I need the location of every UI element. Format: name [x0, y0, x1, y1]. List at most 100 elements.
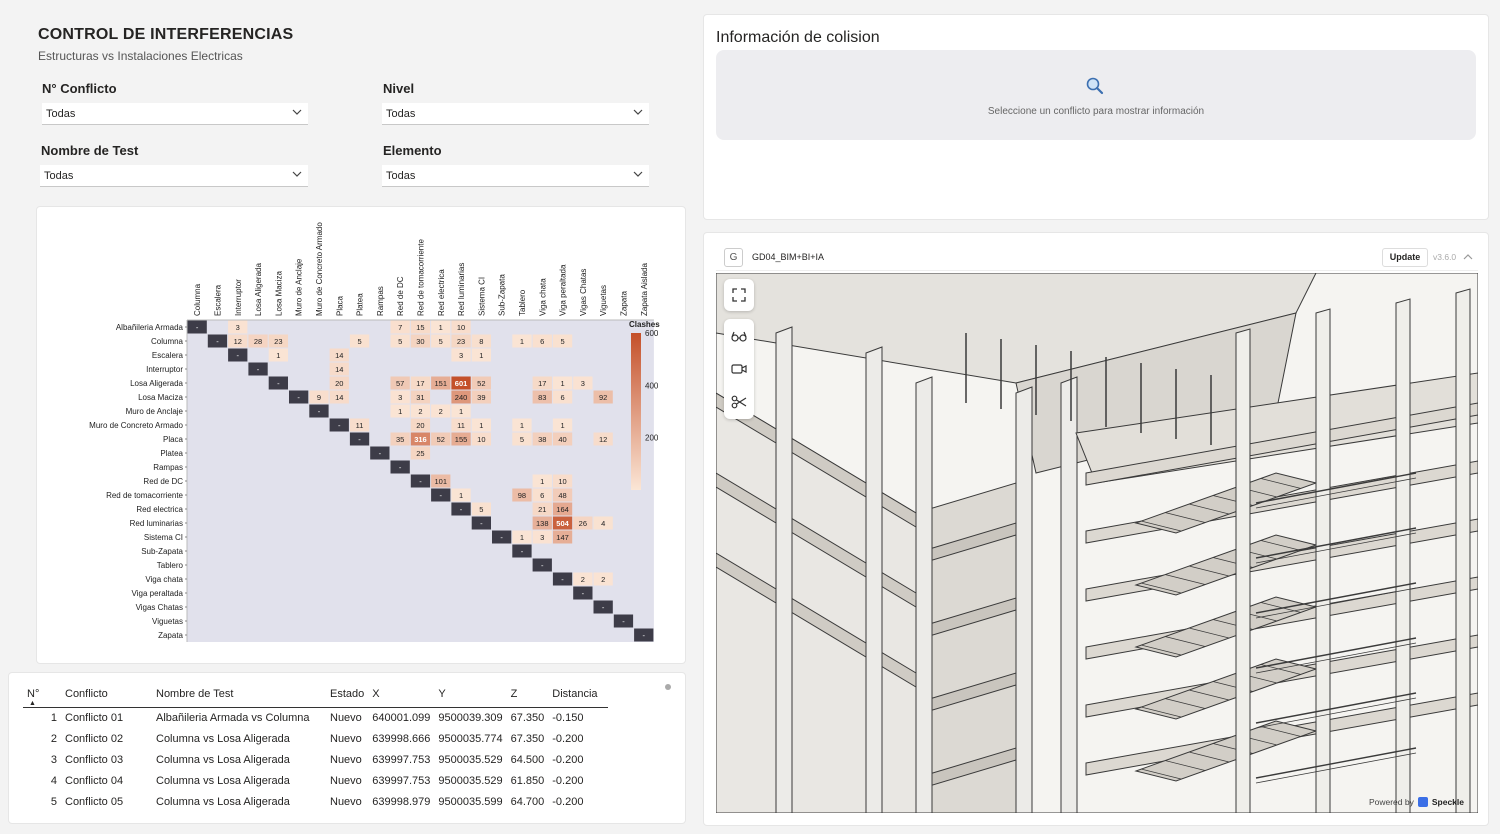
matrix-cell-value: 12: [599, 435, 607, 444]
matrix-row-label: Interruptor: [146, 365, 183, 374]
column-header-x[interactable]: X: [368, 681, 434, 707]
matrix-column-label: Escalera: [213, 284, 222, 316]
matrix-cell-value: 35: [396, 435, 404, 444]
matrix-cell-value: 5: [439, 337, 443, 346]
matrix-cell-value: 3: [540, 533, 544, 542]
matrix-cell-value: 5: [357, 337, 361, 346]
slicer-elemento: Elemento: [383, 143, 442, 158]
table-cell: -0.200: [552, 753, 584, 766]
viewer-header: G GD04_BIM+BI+IA Update v3.6.0: [716, 243, 1478, 271]
matrix-column-label: Interruptor: [234, 279, 243, 316]
slicer-conflicto-value: Todas: [46, 108, 76, 120]
table-cell: 9500035.599: [438, 795, 503, 808]
clash-matrix-card: - - - - - - - - - - - - - - - - - - - - - - -3 7 15 1 10 12 28 23 5 5 30…: [36, 206, 686, 664]
table-cell: Conflicto 02: [65, 732, 124, 745]
table-cell: Nuevo: [330, 753, 362, 766]
table-cell: 639997.753: [372, 774, 431, 787]
matrix-cell-value: 52: [437, 435, 445, 444]
fullscreen-button[interactable]: [724, 280, 754, 310]
matrix-cell-value: 1: [459, 491, 463, 500]
matrix-cell-value: 9: [317, 393, 321, 402]
column-header-distancia[interactable]: Distancia: [548, 681, 608, 707]
matrix-column-label: Tablero: [518, 289, 527, 316]
matrix-column-label: Muro de Concreto Armado: [315, 222, 324, 316]
camera-button[interactable]: [724, 354, 754, 384]
matrix-column-label: Platea: [356, 293, 365, 316]
column: [1060, 376, 1078, 813]
table-row[interactable]: 4 Conflicto 04 Columna vs Losa Aligerada Nu…: [23, 770, 608, 791]
table-cell: 64.700: [510, 795, 545, 808]
column-header-estado[interactable]: Estado: [326, 681, 368, 707]
matrix-cell-value: 25: [416, 449, 424, 458]
slicer-conflicto-dropdown[interactable]: Todas: [42, 103, 308, 125]
matrix-row-label: Placa: [163, 435, 184, 444]
matrix-column-label: Losa Maciza: [274, 271, 283, 316]
table-row[interactable]: 2 Conflicto 02 Columna vs Losa Aligerada Nu…: [23, 728, 608, 749]
matrix-cell-value: 20: [335, 379, 343, 388]
slicer-elemento-dropdown[interactable]: Todas: [382, 165, 649, 187]
scroll-indicator[interactable]: [665, 684, 671, 690]
column-header-y[interactable]: Y: [434, 681, 506, 707]
table-row[interactable]: 1 Conflicto 01 Albañileria Armada vs Colum…: [23, 707, 608, 728]
table-cell: -0.200: [552, 732, 584, 745]
matrix-cell-value: 155: [455, 435, 468, 444]
column-header-nombre-test[interactable]: Nombre de Test: [152, 681, 326, 707]
matrix-row-label: Red luminarias: [130, 519, 183, 528]
matrix-cell-value: 7: [398, 323, 402, 332]
matrix-cell-value: 316: [414, 435, 427, 444]
matrix-cell-value: 3: [581, 379, 585, 388]
column-header-z[interactable]: Z: [507, 681, 549, 707]
matrix-row-label: Sub-Zapata: [141, 547, 183, 556]
matrix-cell-value: 2: [601, 575, 605, 584]
table-cell: 67.350: [510, 711, 545, 724]
matrix-cell-value: 101: [434, 477, 447, 486]
table-cell: 1: [50, 711, 57, 724]
matrix-column-label: Viga peraltada: [559, 264, 568, 316]
matrix-cell-value: 5: [560, 337, 564, 346]
column: [865, 346, 883, 813]
matrix-cell-value: 601: [455, 379, 468, 388]
matrix-column-label: Red de DC: [396, 276, 405, 316]
matrix-cell-value: 3: [459, 351, 463, 360]
section-button[interactable]: [724, 387, 754, 417]
matrix-cell-value: 14: [335, 393, 343, 402]
matrix-row-label: Muro de Concreto Armado: [89, 421, 183, 430]
column-header-conflicto[interactable]: Conflicto: [61, 681, 152, 707]
update-button[interactable]: Update: [1382, 248, 1428, 267]
matrix-cell-value: 31: [416, 393, 424, 402]
legend-tick-label: 200: [645, 434, 659, 443]
column: [775, 326, 793, 813]
matrix-row-label: Vigas Chatas: [136, 603, 183, 612]
matrix-cell-value: 11: [457, 421, 465, 430]
matrix-cell-value: 138: [536, 519, 549, 528]
column-header-n[interactable]: N° ▲: [23, 681, 61, 707]
matrix-row-label: Losa Maciza: [138, 393, 183, 402]
building-3d-model[interactable]: [716, 273, 1478, 813]
table-cell: Albañileria Armada vs Columna: [156, 711, 310, 724]
slicer-test-dropdown[interactable]: Todas: [40, 165, 308, 187]
matrix-column-label: Viguetas: [599, 285, 608, 316]
slicer-nivel-label: Nivel: [383, 81, 415, 96]
view-modes-button[interactable]: [724, 321, 754, 351]
table-row[interactable]: 5 Conflicto 05 Columna vs Losa Aligerada Nu…: [23, 791, 608, 812]
legend-tick-label: 400: [645, 381, 659, 390]
matrix-row-label: Losa Aligerada: [130, 379, 183, 388]
slicer-nivel: Nivel: [383, 81, 414, 96]
3d-viewport[interactable]: Powered by Speckle: [716, 273, 1478, 813]
matrix-column-label: Losa Aligerada: [254, 263, 263, 316]
table-row[interactable]: 3 Conflicto 03 Columna vs Losa Aligerada Nu…: [23, 749, 608, 770]
matrix-cell-value: 240: [455, 393, 468, 402]
column: [1315, 308, 1331, 813]
matrix-cell-value: 98: [518, 491, 526, 500]
matrix-cell-value: 1: [520, 337, 524, 346]
matrix-cell-value: 2: [581, 575, 585, 584]
chevron-up-icon[interactable]: [1463, 252, 1473, 262]
matrix-column-label: Red electrica: [437, 269, 446, 316]
matrix-cell-value: 10: [457, 323, 465, 332]
matrix-column-label: Sub-Zapata: [498, 274, 507, 316]
matrix-cell-value: 5: [479, 505, 483, 514]
table-header-row: N° ▲ Conflicto Nombre de Test Estado X Y …: [23, 681, 609, 707]
table-cell: 61.850: [510, 774, 545, 787]
slicer-nivel-dropdown[interactable]: Todas: [382, 103, 649, 125]
column: [1015, 386, 1033, 813]
